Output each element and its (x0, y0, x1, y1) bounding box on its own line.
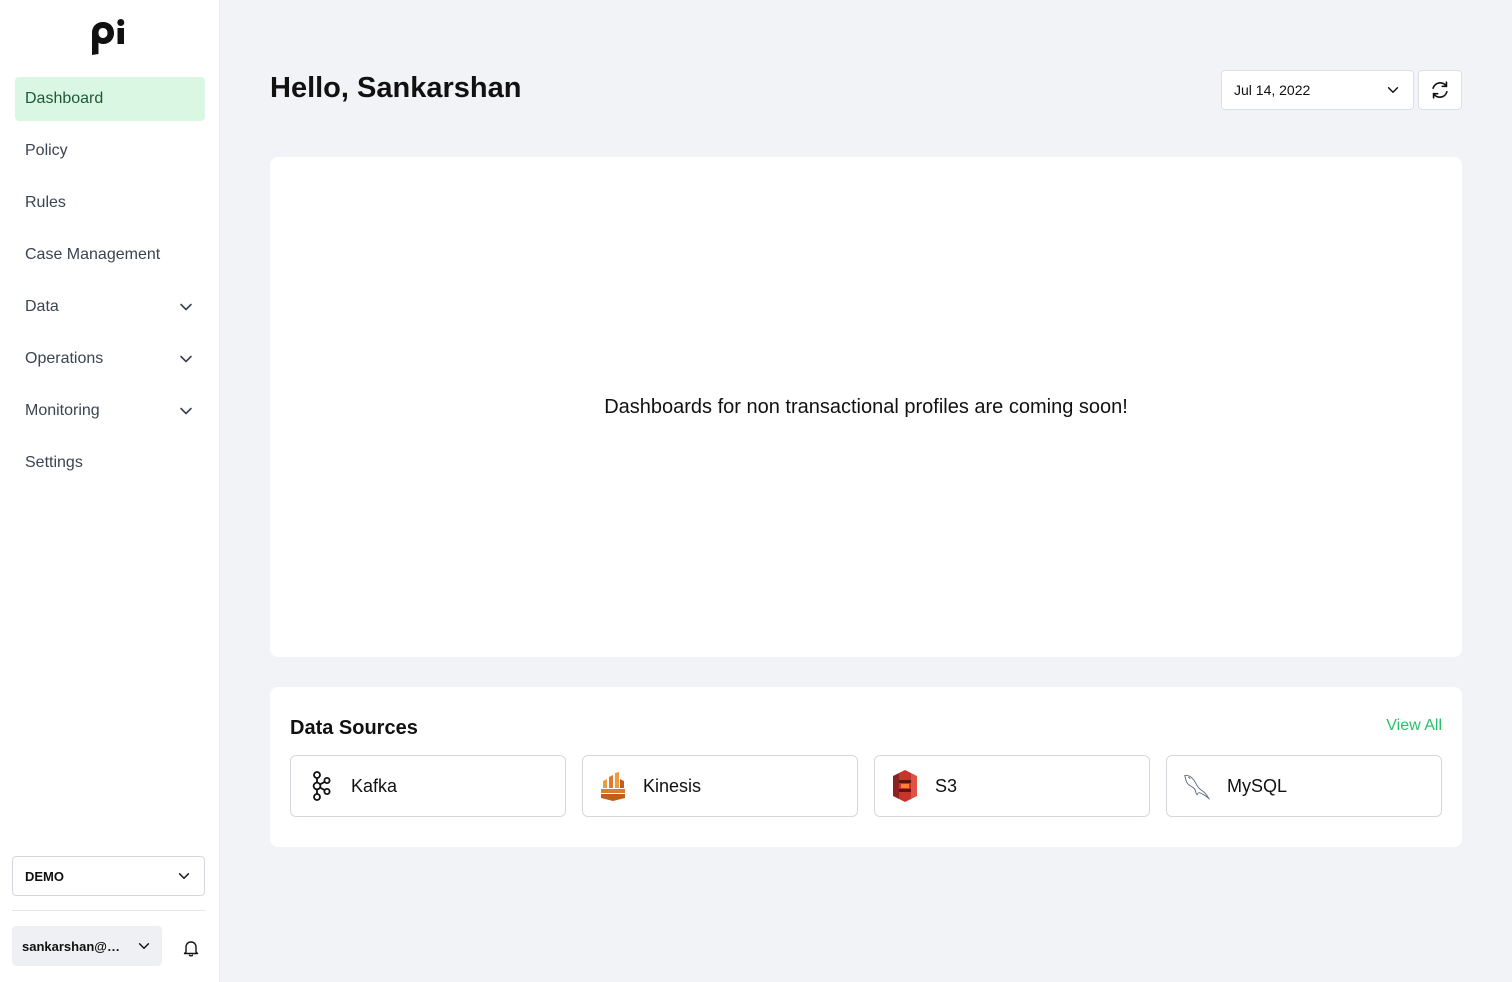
sidebar: Dashboard Policy Rules Case Management D… (0, 0, 220, 982)
sidebar-divider (12, 910, 205, 911)
page-title: Hello, Sankarshan (270, 72, 522, 104)
data-source-mysql[interactable]: MySQL (1166, 755, 1442, 817)
chevron-down-icon (138, 943, 150, 949)
refresh-button[interactable] (1418, 70, 1462, 110)
date-picker-value: Jul 14, 2022 (1234, 82, 1311, 98)
user-menu[interactable]: sankarshan@p... (12, 926, 162, 966)
nav-item-dashboard[interactable]: Dashboard (15, 77, 205, 121)
data-source-label: S3 (935, 775, 958, 796)
data-sources-list: Kafka Kinesis S3 MySQL (290, 755, 1442, 817)
view-all-link[interactable]: View All (1386, 717, 1442, 735)
data-sources-panel: Data Sources View All Kafka Kinesis S3 M… (270, 687, 1462, 847)
user-email: sankarshan@p... (22, 938, 122, 954)
nav-item-label: Operations (25, 350, 104, 367)
chevron-down-icon (180, 355, 192, 363)
data-source-s3[interactable]: S3 (874, 755, 1150, 817)
data-sources-title: Data Sources (290, 717, 418, 739)
nav-item-settings[interactable]: Settings (15, 441, 205, 485)
kafka-icon (307, 770, 335, 802)
nav-item-label: Settings (25, 454, 83, 471)
nav-item-label: Data (25, 298, 59, 315)
chevron-down-icon (180, 407, 192, 415)
nav-item-label: Rules (25, 194, 66, 211)
data-source-label: MySQL (1227, 775, 1288, 796)
org-select[interactable]: DEMO (12, 856, 205, 896)
s3-icon (891, 770, 919, 802)
data-source-label: Kafka (351, 775, 398, 796)
nav-item-data[interactable]: Data (15, 285, 205, 329)
dashboard-panel: Dashboards for non transactional profile… (270, 157, 1462, 657)
nav-item-monitoring[interactable]: Monitoring (15, 389, 205, 433)
nav-item-label: Dashboard (25, 90, 104, 107)
org-select-value: DEMO (25, 868, 64, 884)
nav-item-policy[interactable]: Policy (15, 129, 205, 173)
kinesis-icon (599, 770, 627, 802)
chevron-down-icon (178, 873, 190, 879)
coming-soon-message: Dashboards for non transactional profile… (604, 395, 1128, 418)
nav-item-rules[interactable]: Rules (15, 181, 205, 225)
main-nav: Dashboard Policy Rules Case Management D… (15, 77, 205, 493)
refresh-icon (1432, 81, 1448, 99)
nav-item-label: Policy (25, 142, 68, 159)
date-picker[interactable]: Jul 14, 2022 (1221, 70, 1414, 110)
mysql-dolphin-icon (1183, 770, 1211, 802)
nav-item-label: Case Management (25, 246, 161, 263)
data-source-kafka[interactable]: Kafka (290, 755, 566, 817)
data-source-kinesis[interactable]: Kinesis (582, 755, 858, 817)
chevron-down-icon (180, 303, 192, 311)
nav-item-operations[interactable]: Operations (15, 337, 205, 381)
bell-icon[interactable] (182, 939, 200, 957)
data-source-label: Kinesis (643, 775, 702, 796)
nav-item-label: Monitoring (25, 402, 100, 419)
nav-item-case-management[interactable]: Case Management (15, 233, 205, 277)
pi-logo (92, 19, 125, 55)
chevron-down-icon (1387, 87, 1399, 93)
